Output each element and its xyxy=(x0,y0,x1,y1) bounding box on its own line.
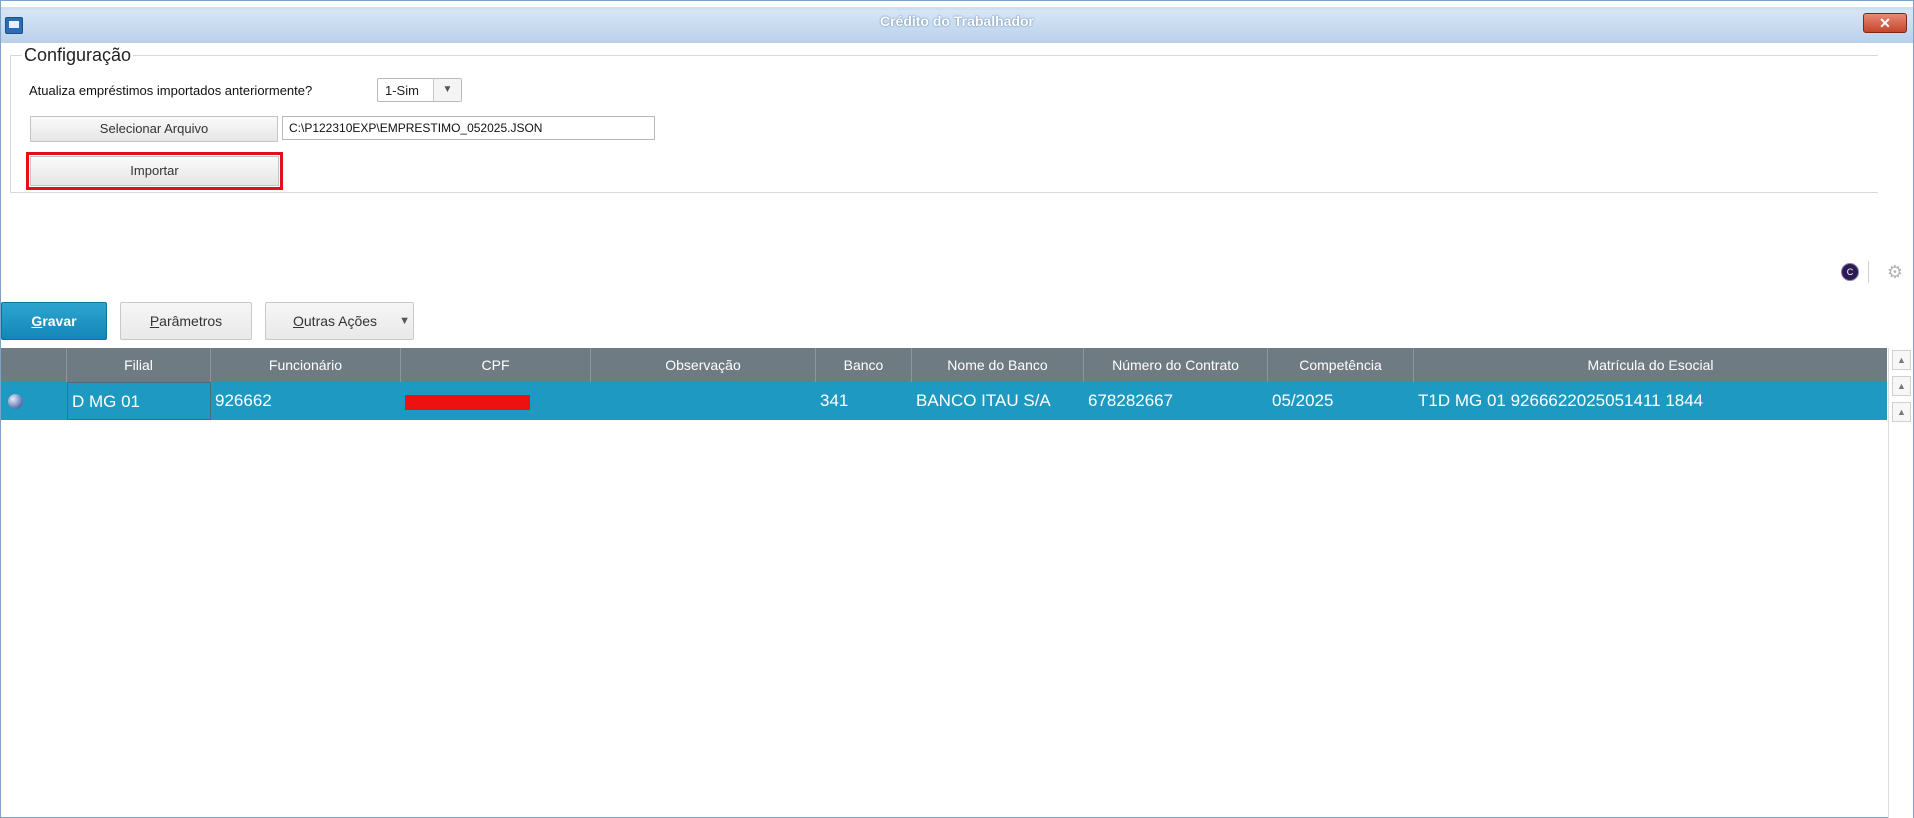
cell-observacao[interactable] xyxy=(591,382,816,420)
app-window: Crédito do Trabalhador ✕ Configuração At… xyxy=(0,0,1914,818)
cell-competencia[interactable]: 05/2025 xyxy=(1268,382,1414,420)
parameters-button-label: arâmetros xyxy=(159,313,223,329)
grid-header-nome-banco[interactable]: Nome do Banco xyxy=(912,348,1084,382)
update-loans-value: 1-Sim xyxy=(385,83,419,98)
file-path-field[interactable]: C:\P122310EXP\EMPRESTIMO_052025.JSON xyxy=(282,116,655,140)
other-actions-mnemonic: O xyxy=(293,313,304,329)
scroll-up-icon[interactable]: ▲ xyxy=(1892,402,1911,422)
row-status-icon xyxy=(8,394,23,409)
grid-header-banco[interactable]: Banco xyxy=(816,348,912,382)
other-actions-label: utras Ações xyxy=(303,313,378,329)
grid-header-observacao[interactable]: Observação xyxy=(591,348,816,382)
grid-header: Filial Funcionário CPF Observação Banco … xyxy=(1,348,1887,382)
grid-header-competencia[interactable]: Competência xyxy=(1268,348,1414,382)
cell-filial[interactable]: D MG 01 xyxy=(67,382,211,420)
chevron-down-icon[interactable]: ▼ xyxy=(433,79,461,101)
parameters-button[interactable]: Parâmetros xyxy=(120,302,252,340)
config-legend: Configuração xyxy=(22,45,134,66)
chevron-down-icon[interactable]: ▼ xyxy=(399,303,410,339)
grid-header-cpf[interactable]: CPF xyxy=(401,348,591,382)
parameters-button-mnemonic: P xyxy=(149,313,160,329)
app-logo-icon[interactable]: C xyxy=(1841,263,1859,281)
save-button-label: ravar xyxy=(42,313,77,329)
scroll-page-up-icon[interactable]: ▲ xyxy=(1892,376,1911,396)
title-bar: Crédito do Trabalhador ✕ xyxy=(1,1,1913,43)
save-button[interactable]: Gravar xyxy=(1,302,107,340)
close-button[interactable]: ✕ xyxy=(1863,13,1907,33)
toolbar-divider xyxy=(1868,261,1869,283)
cell-banco[interactable]: 341 xyxy=(816,382,912,420)
grid-header-contrato[interactable]: Número do Contrato xyxy=(1084,348,1268,382)
import-highlight-box xyxy=(26,152,283,190)
select-file-button[interactable]: Selecionar Arquivo xyxy=(30,116,278,142)
cell-funcionario[interactable]: 926662 xyxy=(211,382,401,420)
cell-matricula[interactable]: T1D MG 01 9266622025051411 1844 xyxy=(1414,382,1887,420)
cell-nome-banco[interactable]: BANCO ITAU S/A xyxy=(912,382,1084,420)
other-actions-button[interactable]: Outras Ações ▼ xyxy=(265,302,414,340)
grid-header-matricula[interactable]: Matrícula do Esocial xyxy=(1414,348,1887,382)
window-title: Crédito do Trabalhador xyxy=(879,13,1034,29)
grid-header-filial[interactable]: Filial xyxy=(67,348,211,382)
close-icon: ✕ xyxy=(1879,15,1891,31)
gear-icon[interactable]: ⚙ xyxy=(1885,262,1905,282)
grid-scrollbar[interactable]: ▲ ▲ ▲ xyxy=(1888,348,1913,818)
grid-header-status xyxy=(1,348,67,382)
update-loans-select[interactable]: 1-Sim ▼ xyxy=(377,78,462,102)
save-button-mnemonic: G xyxy=(31,313,43,329)
cpf-redaction xyxy=(405,395,530,410)
grid-header-funcionario[interactable]: Funcionário xyxy=(211,348,401,382)
update-loans-label: Atualiza empréstimos importados anterior… xyxy=(29,83,313,98)
cell-contrato[interactable]: 678282667 xyxy=(1084,382,1268,420)
table-row[interactable]: D MG 01 926662 341 BANCO ITAU S/A 678282… xyxy=(1,382,1887,420)
scroll-top-icon[interactable]: ▲ xyxy=(1892,350,1911,370)
